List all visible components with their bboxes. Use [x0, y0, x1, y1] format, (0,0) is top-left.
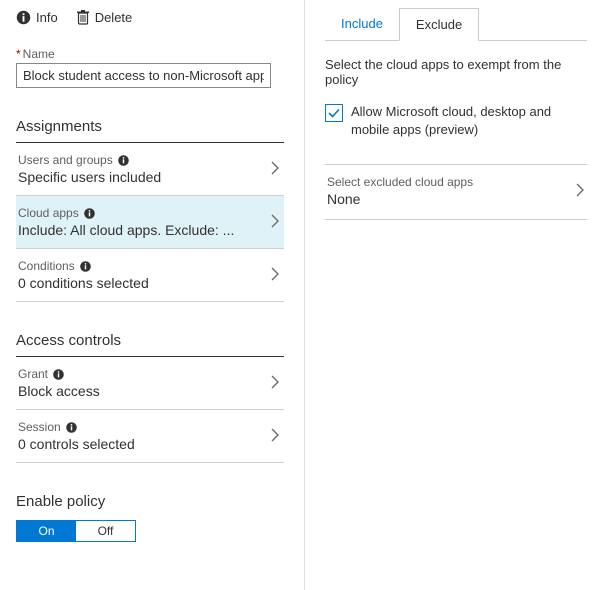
users-row-value: Specific users included	[18, 169, 161, 185]
conditions-row-title: Conditions	[18, 259, 75, 273]
chevron-right-icon	[271, 161, 280, 178]
toggle-off[interactable]: Off	[76, 521, 135, 541]
info-label: Info	[36, 10, 58, 25]
tab-exclude[interactable]: Exclude	[399, 8, 479, 41]
access-controls-header: Access controls	[16, 332, 284, 357]
allow-microsoft-label: Allow Microsoft cloud, desktop and mobil…	[351, 103, 587, 138]
allow-microsoft-checkbox[interactable]	[325, 104, 343, 122]
info-icon	[65, 421, 78, 434]
chevron-right-icon	[271, 375, 280, 392]
enable-policy-header: Enable policy	[16, 493, 284, 510]
grant-row[interactable]: Grant Block access	[16, 357, 284, 410]
select-excluded-apps-row[interactable]: Select excluded cloud apps None	[325, 164, 587, 220]
trash-icon	[76, 10, 90, 25]
excluded-apps-value: None	[327, 191, 473, 207]
session-row-title: Session	[18, 420, 61, 434]
chevron-right-icon	[576, 183, 585, 200]
session-row-value: 0 controls selected	[18, 436, 135, 452]
users-and-groups-row[interactable]: Users and groups Specific users included	[16, 143, 284, 196]
toggle-on[interactable]: On	[17, 521, 76, 541]
info-icon	[79, 260, 92, 273]
grant-row-value: Block access	[18, 383, 100, 399]
cloud-apps-row[interactable]: Cloud apps Include: All cloud apps. Excl…	[16, 196, 284, 249]
apps-row-title: Cloud apps	[18, 206, 79, 220]
info-button[interactable]: Info	[16, 10, 58, 25]
enable-policy-toggle[interactable]: On Off	[16, 520, 136, 542]
chevron-right-icon	[271, 214, 280, 231]
tab-include[interactable]: Include	[325, 8, 399, 40]
excluded-apps-title: Select excluded cloud apps	[327, 175, 473, 189]
users-row-title: Users and groups	[18, 153, 113, 167]
conditions-row[interactable]: Conditions 0 conditions selected	[16, 249, 284, 302]
delete-label: Delete	[95, 10, 133, 25]
info-icon	[16, 10, 31, 25]
apps-row-value: Include: All cloud apps. Exclude: ...	[18, 222, 234, 238]
session-row[interactable]: Session 0 controls selected	[16, 410, 284, 463]
chevron-right-icon	[271, 267, 280, 284]
delete-button[interactable]: Delete	[76, 10, 133, 25]
chevron-right-icon	[271, 428, 280, 445]
conditions-row-value: 0 conditions selected	[18, 275, 149, 291]
exclude-description: Select the cloud apps to exempt from the…	[325, 57, 587, 87]
grant-row-title: Grant	[18, 367, 48, 381]
checkmark-icon	[327, 106, 341, 120]
info-icon	[52, 368, 65, 381]
policy-name-input[interactable]	[16, 63, 271, 88]
info-icon	[83, 207, 96, 220]
name-field-label: *Name	[16, 47, 284, 61]
info-icon	[117, 154, 130, 167]
assignments-header: Assignments	[16, 118, 284, 143]
